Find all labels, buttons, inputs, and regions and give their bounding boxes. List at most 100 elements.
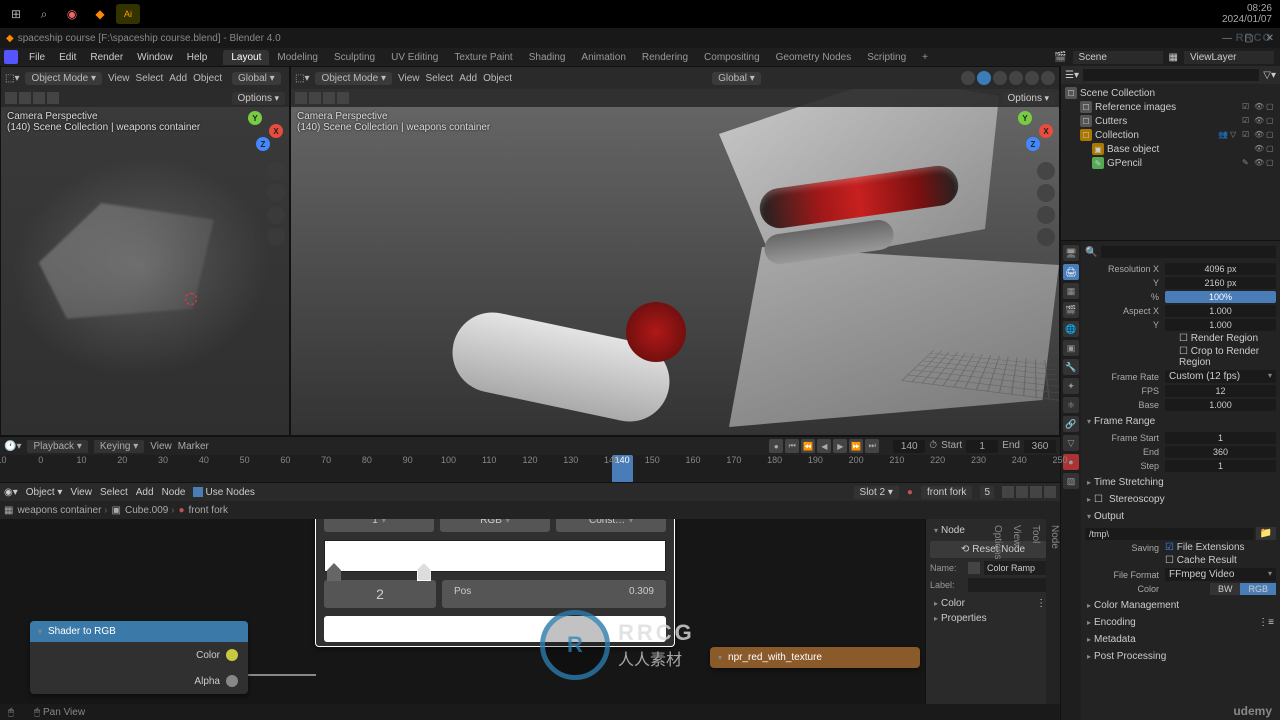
nav-gizmo-right[interactable]: X Y Z <box>1013 111 1053 151</box>
ne-node[interactable]: Node <box>162 487 186 498</box>
orientation-dropdown[interactable]: Global ▾ <box>712 72 761 85</box>
start-frame[interactable]: 1 <box>966 440 998 453</box>
section-frame-range[interactable]: Frame Range <box>1085 413 1276 430</box>
node-header[interactable]: ▾Shader to RGB <box>30 621 248 642</box>
play-rev-icon[interactable]: ◀ <box>817 439 831 453</box>
tree-item[interactable]: ☐Reference images☑👁▢ <box>1063 100 1278 114</box>
pct-input[interactable]: 100% <box>1165 291 1276 303</box>
jump-end-icon[interactable]: ⏭ <box>865 439 879 453</box>
menu-window[interactable]: Window <box>131 50 179 65</box>
tab-physics[interactable]: ⚛ <box>1063 397 1079 413</box>
material-buttons[interactable] <box>1002 486 1056 498</box>
jump-start-icon[interactable]: ⏮ <box>785 439 799 453</box>
tree-item[interactable]: ✎GPencil✎👁▢ <box>1063 156 1278 170</box>
ramp-pos[interactable]: Pos0.309 <box>442 580 666 608</box>
ramp-color-swatch[interactable] <box>324 616 666 642</box>
viewlayer-input[interactable] <box>1184 51 1274 64</box>
vp-menu-select[interactable]: Select <box>135 73 163 84</box>
start-icon[interactable]: ⊞ <box>4 4 28 24</box>
color-toggle[interactable]: BWRGB <box>1210 583 1276 595</box>
vp-menu-object[interactable]: Object <box>483 73 512 84</box>
section-time-stretch[interactable]: Time Stretching <box>1085 474 1276 491</box>
fstart-input[interactable]: 1 <box>1165 432 1276 444</box>
vp-menu-add[interactable]: Add <box>459 73 477 84</box>
tab-render[interactable]: 🖥 <box>1063 245 1079 261</box>
tab-particle[interactable]: ✦ <box>1063 378 1079 394</box>
framerate-dropdown[interactable]: Custom (12 fps) ▾ <box>1165 370 1276 383</box>
fformat-dropdown[interactable]: FFmpeg Video ▾ <box>1165 568 1276 581</box>
viewport-side-icons-left[interactable] <box>267 162 285 246</box>
material-users[interactable]: 5 <box>980 486 994 499</box>
menu-render[interactable]: Render <box>84 50 129 65</box>
filter-icon[interactable]: ▽▾ <box>1263 70 1276 81</box>
vp-menu-view[interactable]: View <box>398 73 420 84</box>
use-nodes-checkbox[interactable]: Use Nodes <box>193 487 254 498</box>
editor-type-icon[interactable]: ⬚▾ <box>295 73 309 84</box>
menu-edit[interactable]: Edit <box>53 50 82 65</box>
options-dropdown[interactable]: Options ▾ <box>1002 92 1056 105</box>
tab-layout[interactable]: Layout <box>223 50 269 65</box>
fps-input[interactable]: 12 <box>1165 385 1276 397</box>
tool-icons[interactable] <box>295 92 349 104</box>
fileext-check[interactable]: ☑ <box>1165 542 1177 553</box>
section-encoding[interactable]: Encoding⋮≡ <box>1085 614 1276 631</box>
tab-animation[interactable]: Animation <box>573 50 633 65</box>
viewport-side-icons-right[interactable] <box>1037 162 1055 246</box>
play-icon[interactable]: ▶ <box>833 439 847 453</box>
tab-rendering[interactable]: Rendering <box>634 50 696 65</box>
keying-dropdown[interactable]: Keying ▾ <box>94 440 144 453</box>
output-path[interactable]: /tmp\ <box>1085 528 1254 540</box>
outliner-editor-icon[interactable]: ☰▾ <box>1065 70 1079 81</box>
ramp-stop-0[interactable] <box>327 563 341 581</box>
scene-input[interactable] <box>1073 51 1163 64</box>
folder-icon[interactable]: 📁 <box>1256 527 1276 540</box>
node-panel-tabs[interactable]: NodeToolViewOptions <box>1046 519 1060 720</box>
orientation-dropdown[interactable]: Global ▾ <box>232 72 281 85</box>
material-name[interactable]: front fork <box>921 486 972 499</box>
tab-output[interactable]: 🖨 <box>1063 264 1079 280</box>
resx-input[interactable]: 4096 px <box>1165 263 1276 275</box>
tree-item[interactable]: ☐Cutters☑👁▢ <box>1063 114 1278 128</box>
timeline-view[interactable]: View <box>150 441 172 452</box>
tab-uv[interactable]: UV Editing <box>383 50 446 65</box>
ramp-mode-const[interactable]: Const… ▾ <box>556 519 666 532</box>
tab-data[interactable]: ▽ <box>1063 435 1079 451</box>
node-canvas[interactable]: ▾Shader to RGB Color Alpha 1 ▾ RGB ▾ Con… <box>0 519 1060 720</box>
close-button[interactable]: ✕ <box>1266 33 1274 44</box>
search-icon[interactable]: 🔍 <box>1085 247 1097 258</box>
tab-shading[interactable]: Shading <box>521 50 574 65</box>
options-dropdown[interactable]: Options ▾ <box>232 92 286 105</box>
options-icon[interactable]: ⋮≡ <box>1258 617 1274 628</box>
tab-scene[interactable]: 🎬 <box>1063 302 1079 318</box>
editor-type-icon[interactable]: ⬚▾ <box>5 73 19 84</box>
viewport-right[interactable]: ⬚▾ Object Mode ▾ View Select Add Object … <box>290 66 1060 436</box>
jump-next-icon[interactable]: ⏩ <box>849 439 863 453</box>
outliner-tree[interactable]: ☐Scene Collection ☐Reference images☑👁▢ ☐… <box>1061 84 1280 172</box>
vp-menu-add[interactable]: Add <box>169 73 187 84</box>
minimize-button[interactable]: — <box>1222 33 1232 44</box>
ne-add[interactable]: Add <box>136 487 154 498</box>
tab-constraint[interactable]: 🔗 <box>1063 416 1079 432</box>
tab-object[interactable]: ▣ <box>1063 340 1079 356</box>
crumb-1[interactable]: Cube.009 <box>125 505 174 516</box>
ramp-stop-1[interactable] <box>417 563 431 581</box>
jump-prev-icon[interactable]: ⏪ <box>801 439 815 453</box>
tab-modeling[interactable]: Modeling <box>269 50 326 65</box>
blender-icon[interactable]: ◆ <box>88 4 112 24</box>
section-stereo[interactable]: ☐Stereoscopy <box>1085 491 1276 508</box>
illustrator-icon[interactable]: Ai <box>116 4 140 24</box>
section-post[interactable]: Post Processing <box>1085 648 1276 665</box>
node-color-ramp[interactable]: 1 ▾ RGB ▾ Const… ▾ 2 Pos0.309 Fac <box>315 519 675 647</box>
section-output[interactable]: Output <box>1085 508 1276 525</box>
viewport-left[interactable]: ⬚▾ Object Mode ▾ View Select Add Object … <box>0 66 290 436</box>
socket-color-out[interactable]: Color <box>30 642 248 668</box>
vp-menu-object[interactable]: Object <box>193 73 222 84</box>
node-npr-red[interactable]: ▾npr_red_with_texture <box>710 647 920 668</box>
autokey-icon[interactable]: ● <box>769 439 783 453</box>
shader-type[interactable]: Object ▾ <box>26 487 63 498</box>
tab-add[interactable]: + <box>914 50 936 65</box>
tab-geonodes[interactable]: Geometry Nodes <box>768 50 860 65</box>
crumb-0[interactable]: weapons container <box>17 505 107 516</box>
end-frame[interactable]: 360 <box>1024 440 1056 453</box>
section-colormgmt[interactable]: Color Management <box>1085 597 1276 614</box>
